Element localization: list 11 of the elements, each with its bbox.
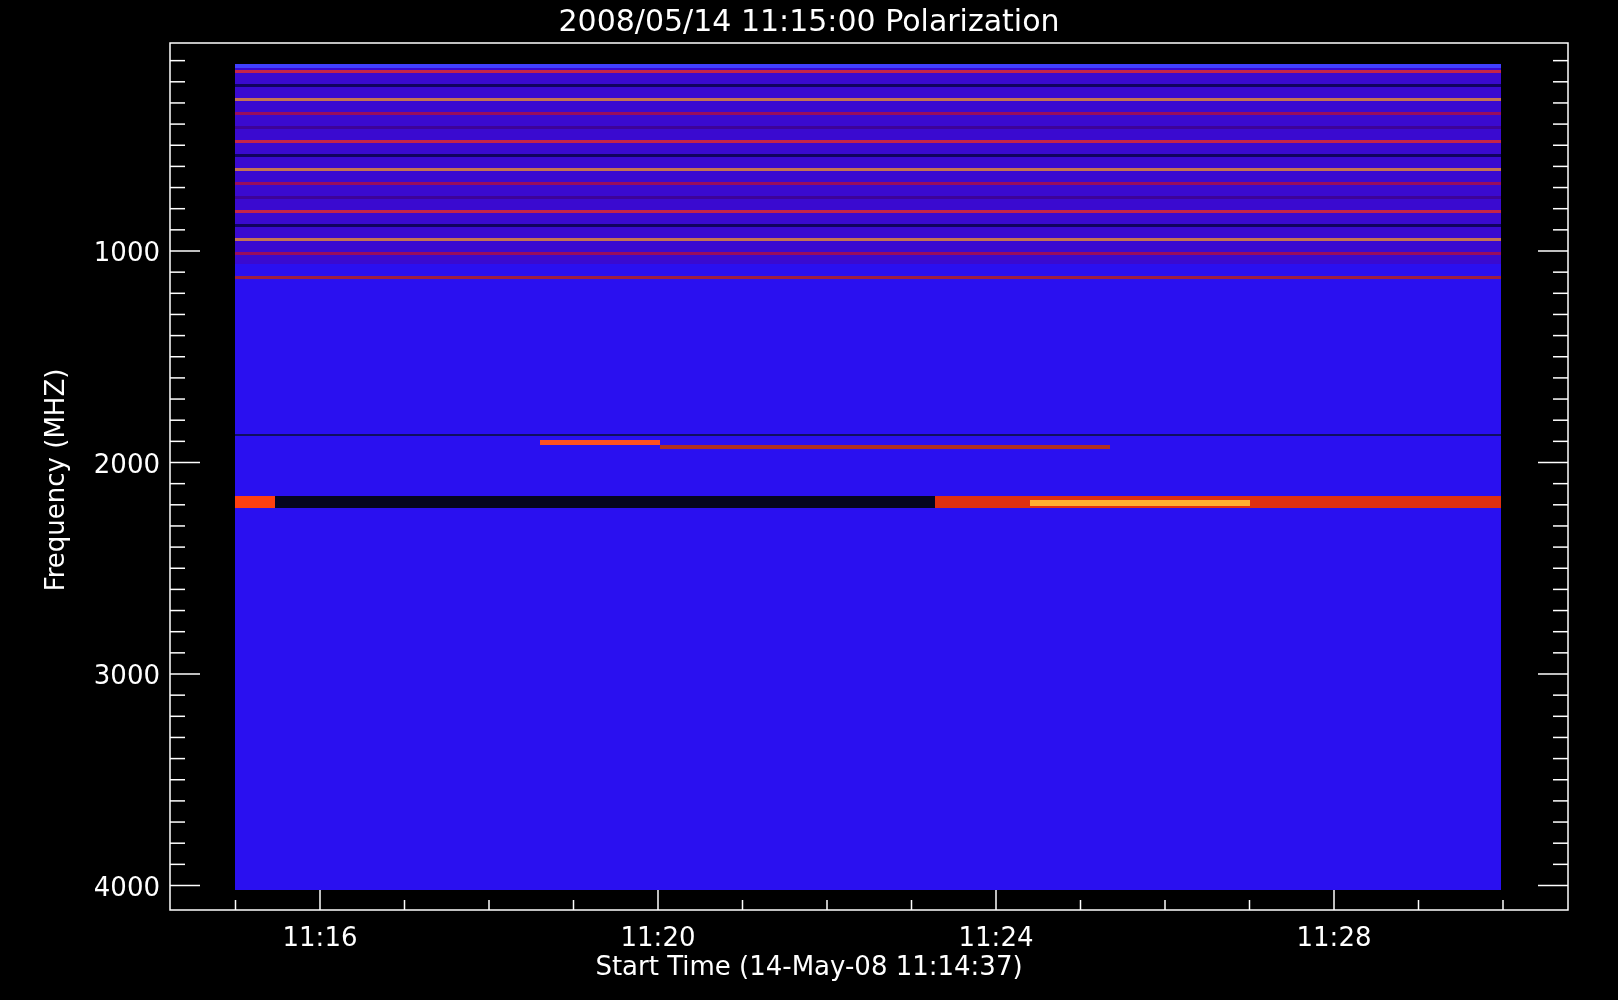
- axis-label: Frequency (MHZ): [40, 368, 70, 592]
- tick-label: 11:16: [282, 922, 358, 952]
- tick-label: 3000: [93, 660, 160, 690]
- tick-label: 11:24: [958, 922, 1034, 952]
- tick-label: 11:20: [620, 922, 696, 952]
- chart-title: 2008/05/14 11:15:00 Polarization: [558, 3, 1060, 38]
- axis-label: Start Time (14-May-08 11:14:37): [595, 951, 1023, 981]
- tick-label: 2000: [93, 448, 160, 479]
- tick-label: 11:28: [1296, 922, 1372, 952]
- tick-label: 4000: [93, 871, 160, 902]
- tick-label: 1000: [93, 237, 160, 267]
